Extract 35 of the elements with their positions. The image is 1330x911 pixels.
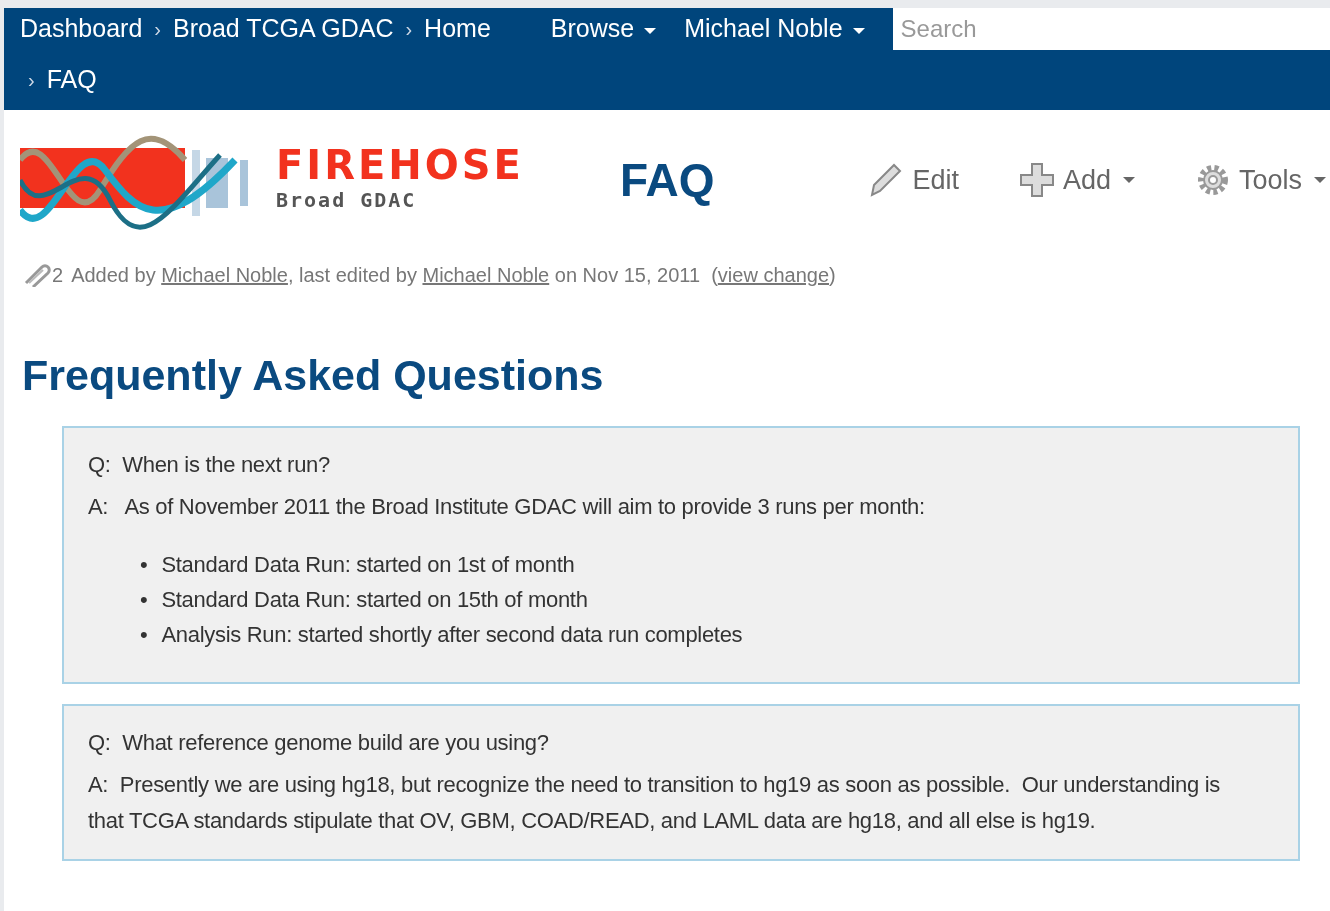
- logo-subtitle: Broad GDAC: [276, 187, 418, 214]
- edit-button[interactable]: Edit: [866, 159, 959, 201]
- nav-menu[interactable]: Michael Noble: [684, 10, 865, 48]
- answer-text: A: Presently we are using hg18, but recognize the need to transition to hg19 as soon as possible. Our understanding is that TCGA standards stipulate that OV, GBM, COAD/READ, and LAML data are hg18, and all else is hg19.: [88, 770, 1221, 835]
- breadcrumb-link[interactable]: Dashboard: [20, 10, 143, 48]
- page-title: FAQ: [620, 152, 715, 208]
- logo-title: FIREHOSE: [276, 145, 524, 185]
- nav-menu[interactable]: Browse: [550, 10, 657, 48]
- add-button[interactable]: Add: [1018, 159, 1135, 201]
- breadcrumb-separator: ›: [28, 68, 35, 93]
- caret-icon: [852, 27, 865, 34]
- breadcrumb-separator: ›: [154, 17, 161, 42]
- bullet-marker: •: [140, 550, 148, 579]
- question-text: Q: When is the next run?: [88, 450, 331, 479]
- bullet-item: Standard Data Run: started on 1st of month: [161, 550, 575, 579]
- question-text: Q: What reference genome build are you using?: [88, 728, 550, 757]
- breadcrumb-link[interactable]: Broad TCGA GDAC: [173, 10, 394, 48]
- breadcrumb-separator: ›: [405, 17, 413, 42]
- caret-icon: [644, 27, 657, 34]
- bullet-item: Standard Data Run: started on 15th of month: [161, 585, 588, 614]
- breadcrumb-link[interactable]: Home: [424, 10, 491, 48]
- bullet-item: Analysis Run: started shortly after second data run completes: [161, 620, 743, 649]
- current-page-crumb: FAQ: [46, 64, 97, 96]
- tools-button[interactable]: Tools: [1194, 159, 1326, 201]
- paperclip-icon: [22, 263, 52, 287]
- bullet-marker: •: [140, 620, 148, 649]
- plus-icon: [1018, 162, 1055, 198]
- answer-text: A: As of November 2011 the Broad Institute GDAC will aim to provide 3 runs per month:: [88, 492, 926, 521]
- search-field[interactable]: Search: [892, 8, 1330, 50]
- page-heading: Frequently Asked Questions: [21, 350, 605, 401]
- user-link[interactable]: Michael Noble: [422, 264, 550, 286]
- attachment-count: 2: [52, 263, 64, 288]
- page-metadata: Added by Michael Noble, last edited by Michael Noble on Nov 15, 2011 (view change): [71, 263, 836, 288]
- user-link[interactable]: Michael Noble: [161, 264, 288, 286]
- bullet-marker: •: [140, 585, 148, 614]
